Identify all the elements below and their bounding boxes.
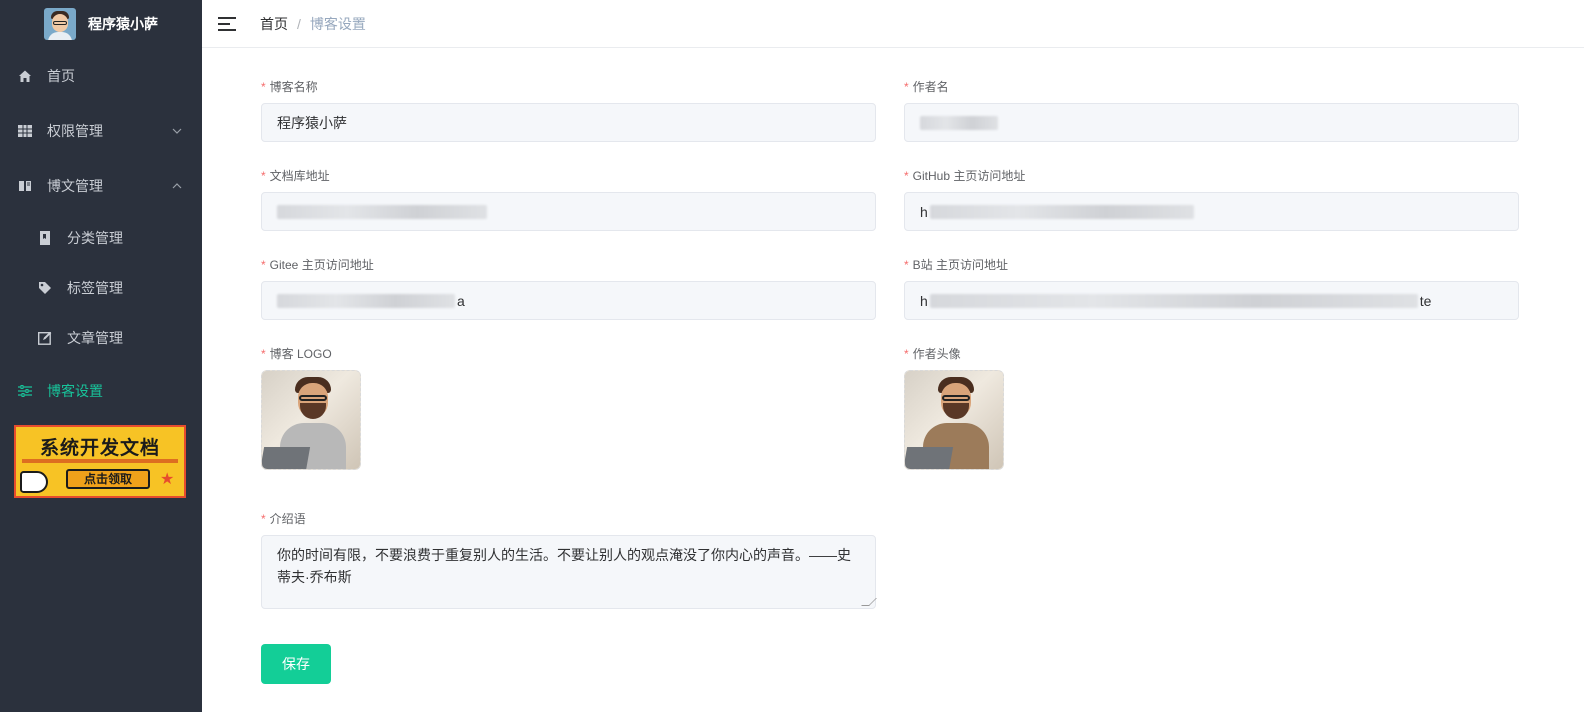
promo-fine-print — [22, 459, 178, 463]
home-icon — [18, 69, 32, 83]
bilibili-url-input[interactable]: h te — [904, 281, 1519, 320]
blog-logo-label: * 博客 LOGO — [261, 347, 332, 361]
github-url-input[interactable]: h — [904, 192, 1519, 231]
brand-name: 程序猿小萨 — [88, 16, 158, 32]
breadcrumb-home[interactable]: 首页 — [260, 14, 288, 34]
sidebar-item-posts[interactable]: 博文管理 — [0, 158, 202, 213]
settings-sliders-icon — [18, 384, 32, 398]
intro-label: * 介绍语 — [261, 512, 306, 526]
collapse-menu-icon[interactable] — [218, 16, 236, 32]
docs-url-label: * 文档库地址 — [261, 169, 330, 183]
document-icon — [38, 231, 52, 245]
sidebar-item-label: 文章管理 — [67, 330, 123, 346]
blog-name-input[interactable]: 程序猿小萨 — [261, 103, 876, 142]
star-icon: ★ — [160, 471, 175, 488]
book-icon — [18, 179, 32, 193]
brand-avatar — [44, 8, 76, 40]
blog-logo-upload[interactable] — [261, 370, 361, 470]
bilibili-url-label: * B站 主页访问地址 — [904, 258, 1009, 272]
author-avatar-upload[interactable] — [904, 370, 1004, 470]
sidebar-item-label: 标签管理 — [67, 280, 123, 296]
chevron-up-icon — [172, 180, 182, 192]
github-url-field: * GitHub 主页访问地址 h — [904, 169, 1519, 231]
author-avatar-field: * 作者头像 — [904, 347, 1004, 470]
author-avatar-label: * 作者头像 — [904, 347, 961, 361]
grid-icon — [18, 124, 32, 138]
sidebar-item-articles[interactable]: 文章管理 — [0, 313, 202, 363]
blog-name-label: * 博客名称 — [261, 80, 318, 94]
sidebar-item-label: 权限管理 — [47, 122, 103, 139]
bilibili-url-field: * B站 主页访问地址 h te — [904, 258, 1519, 320]
gitee-url-label: * Gitee 主页访问地址 — [261, 258, 374, 272]
promo-title: 系统开发文档 — [39, 438, 160, 459]
github-url-label: * GitHub 主页访问地址 — [904, 169, 1026, 183]
top-bar: 首页 / 博客设置 — [202, 0, 1584, 48]
brand[interactable]: 程序猿小萨 — [0, 0, 202, 48]
promo-cta[interactable]: 点击领取 — [66, 469, 150, 489]
blog-logo-field: * 博客 LOGO — [261, 347, 361, 470]
sidebar: 程序猿小萨 首页 权限管理 博文管理 分类管理 标签管理 文章管理 博客设置 系… — [0, 0, 202, 712]
gitee-url-field: * Gitee 主页访问地址 a — [261, 258, 876, 320]
author-name-field: * 作者名 — [904, 80, 1519, 142]
tag-icon — [38, 281, 52, 295]
breadcrumb-current: 博客设置 — [309, 15, 366, 32]
sidebar-item-label: 博文管理 — [47, 177, 103, 194]
breadcrumb: 首页 / 博客设置 — [260, 14, 366, 34]
sidebar-item-label: 分类管理 — [67, 230, 123, 246]
sidebar-item-permissions[interactable]: 权限管理 — [0, 103, 202, 158]
author-name-label: * 作者名 — [904, 80, 949, 94]
chevron-down-icon — [172, 125, 182, 137]
megaphone-icon — [20, 471, 48, 493]
save-button[interactable]: 保存 — [261, 644, 331, 684]
docs-url-field: * 文档库地址 — [261, 169, 876, 231]
sidebar-item-label: 博客设置 — [47, 382, 103, 399]
edit-icon — [38, 331, 52, 345]
sidebar-item-tags[interactable]: 标签管理 — [0, 263, 202, 313]
resize-handle-icon[interactable] — [861, 598, 877, 606]
docs-url-input[interactable] — [261, 192, 876, 231]
promo-banner[interactable]: 系统开发文档 点击领取 ★ — [14, 425, 186, 498]
author-name-input[interactable] — [904, 103, 1519, 142]
blog-name-field: * 博客名称 程序猿小萨 — [261, 80, 876, 142]
sidebar-item-blog-settings[interactable]: 博客设置 — [0, 363, 202, 418]
intro-textarea[interactable]: 你的时间有限，不要浪费于重复别人的生活。不要让别人的观点淹没了你内心的声音。——… — [261, 535, 877, 609]
intro-field: * 介绍语 你的时间有限，不要浪费于重复别人的生活。不要让别人的观点淹没了你内心的… — [261, 512, 877, 609]
sidebar-item-categories[interactable]: 分类管理 — [0, 213, 202, 263]
sidebar-item-label: 首页 — [47, 67, 75, 84]
sidebar-item-home[interactable]: 首页 — [0, 48, 202, 103]
breadcrumb-separator: / — [297, 15, 301, 32]
gitee-url-input[interactable]: a — [261, 281, 876, 320]
